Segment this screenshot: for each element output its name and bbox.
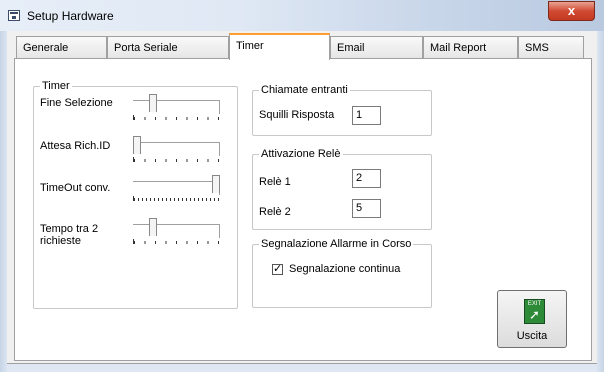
tempo-tra-label: Tempo tra 2 richieste: [40, 223, 98, 247]
fine-selezione-slider[interactable]: [133, 91, 220, 121]
attivazione-group: Attivazione Relè Relè 1 2 Relè 2 5: [252, 148, 432, 230]
rele1-label: Relè 1: [259, 176, 291, 188]
tab-generale[interactable]: Generale: [16, 36, 107, 58]
window-border-left: [0, 31, 7, 372]
status-strip: [7, 363, 597, 372]
fine-selezione-label: Fine Selezione: [40, 97, 113, 109]
segnalazione-group-legend: Segnalazione Allarme in Corso: [259, 238, 414, 250]
rele2-label: Relè 2: [259, 206, 291, 218]
segnalazione-continua-label: Segnalazione continua: [289, 263, 401, 275]
tab-mail-report[interactable]: Mail Report: [423, 36, 518, 58]
exit-button-label: Uscita: [516, 330, 548, 342]
segnalazione-group: Segnalazione Allarme in Corso ✓ Segnalaz…: [252, 238, 432, 308]
tab-porta-seriale[interactable]: Porta Seriale: [107, 36, 229, 58]
tempo-tra-label-line2: richieste: [40, 235, 81, 247]
chiamate-group: Chiamate entranti Squilli Risposta 1: [252, 84, 432, 136]
segnalazione-checkbox[interactable]: ✓: [272, 264, 283, 275]
close-button[interactable]: x: [548, 1, 595, 21]
timer-group: Timer Fine Selezione Attesa Rich.ID Time…: [33, 80, 238, 309]
slider-thumb[interactable]: [133, 136, 141, 154]
tempo-tra-label-line1: Tempo tra 2: [40, 223, 99, 235]
window-title: Setup Hardware: [27, 9, 114, 23]
attesa-rich-id-label: Attesa Rich.ID: [40, 140, 111, 152]
app-icon: [8, 10, 20, 21]
timer-group-legend: Timer: [40, 80, 72, 92]
timeout-conv-label: TimeOut conv.: [40, 182, 111, 194]
tab-timer[interactable]: Timer: [229, 33, 330, 60]
window-border-right: [597, 31, 604, 372]
slider-thumb[interactable]: [149, 218, 157, 236]
attesa-rich-id-slider[interactable]: [133, 133, 220, 163]
check-mark-icon: ✓: [273, 263, 283, 275]
tempo-tra-slider[interactable]: [133, 215, 220, 245]
timeout-conv-slider[interactable]: [133, 172, 220, 202]
squilli-risposta-label: Squilli Risposta: [259, 109, 335, 121]
slider-thumb[interactable]: [149, 94, 157, 112]
tab-email[interactable]: Email: [330, 36, 423, 58]
arrow-up-right-icon: ➚: [529, 307, 540, 322]
exit-button[interactable]: EXIT ➚ Uscita: [497, 290, 567, 348]
tab-sms[interactable]: SMS: [518, 36, 584, 58]
exit-icon: EXIT ➚: [524, 299, 545, 324]
rele1-input[interactable]: 2: [352, 169, 381, 188]
chiamate-group-legend: Chiamate entranti: [259, 84, 350, 96]
slider-thumb[interactable]: [212, 175, 220, 193]
attivazione-group-legend: Attivazione Relè: [259, 148, 343, 160]
squilli-risposta-input[interactable]: 1: [352, 106, 381, 125]
title-bar: Setup Hardware x: [0, 0, 604, 32]
rele2-input[interactable]: 5: [352, 199, 381, 218]
